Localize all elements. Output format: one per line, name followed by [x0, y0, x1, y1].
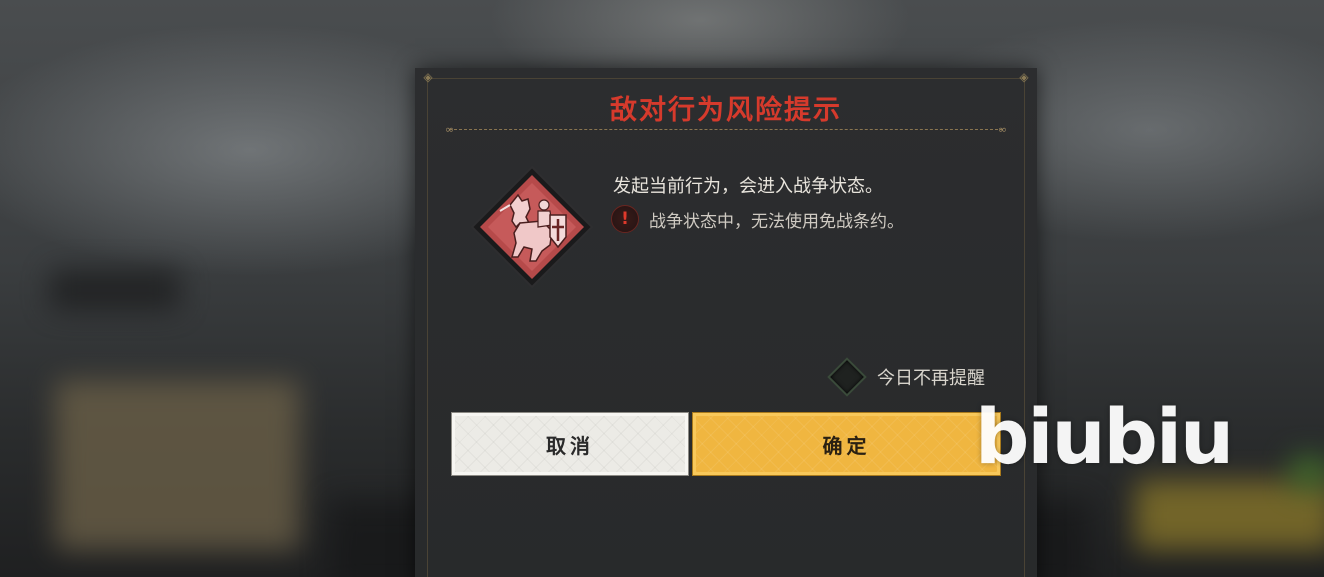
dont-remind-today-toggle[interactable]: 今日不再提醒: [827, 357, 985, 397]
confirm-button[interactable]: 确定: [692, 412, 1001, 476]
background-green-tile: [1290, 455, 1324, 490]
warning-row: ! 战争状态中，无法使用免战条约。: [611, 205, 904, 233]
watermark-logo: biubiu: [975, 392, 1234, 481]
cancel-button[interactable]: 取消: [451, 412, 689, 476]
dialog-title: 敌对行为风险提示: [610, 95, 842, 126]
dont-remind-label: 今日不再提醒: [877, 368, 985, 389]
background-chip: [50, 270, 180, 310]
divider-end-icon: ∞: [445, 123, 455, 136]
knight-on-horse-icon: [470, 165, 594, 289]
risk-warning-dialog: ◈ ◈ 敌对行为风险提示 ∞ ∞ 发起当前行为，会进入战争状态。 ! 战争状态中…: [415, 68, 1037, 577]
game-screen: ◈ ◈ 敌对行为风险提示 ∞ ∞ 发起当前行为，会进入战争状态。 ! 战争状态中…: [0, 0, 1324, 577]
warning-text: 战争状态中，无法使用免战条约。: [649, 211, 904, 232]
checkbox-diamond[interactable]: [827, 357, 867, 397]
war-state-message: 发起当前行为，会进入战争状态。: [613, 176, 883, 197]
title-divider: [449, 129, 1003, 130]
exclamation-icon: !: [611, 205, 639, 233]
dialog-frame: [427, 78, 1025, 577]
divider-end-icon: ∞: [997, 123, 1007, 136]
corner-ornament-icon: ◈: [1019, 70, 1029, 84]
corner-ornament-icon: ◈: [423, 70, 433, 84]
background-button: [1135, 480, 1324, 550]
background-panel: [55, 380, 300, 550]
